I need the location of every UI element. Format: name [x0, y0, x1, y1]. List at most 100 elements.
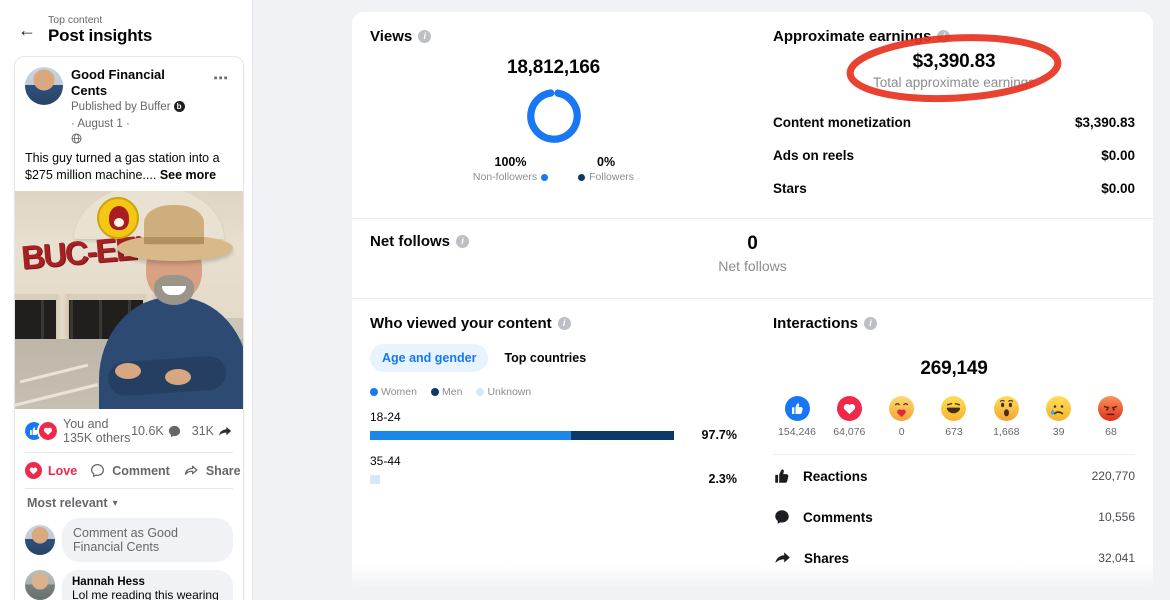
published-by-label: Published by Buffer	[71, 100, 171, 115]
love-reaction-icon	[837, 396, 862, 421]
sidebar-header: ← Top content Post insights	[0, 0, 252, 54]
share-count-value: 31K	[192, 424, 214, 438]
reaction-count: 0	[880, 426, 924, 438]
men-dot-icon	[431, 388, 439, 396]
comment-bubble-icon	[773, 508, 791, 526]
composer-avatar	[25, 525, 55, 555]
reaction-angry: 68	[1089, 396, 1133, 438]
love-button[interactable]: Love	[19, 458, 83, 483]
comment-input[interactable]: Comment as Good Financial Cents	[62, 518, 233, 562]
non-followers-label: Non-followers	[473, 171, 537, 183]
age-bar-35-44: 35-44 2.3%	[370, 454, 737, 486]
post-actions: Love Comment Share	[15, 453, 243, 488]
earnings-total: $3,390.83	[773, 51, 1135, 73]
bar-segment-unknown	[370, 475, 380, 484]
row-label: Content monetization	[773, 115, 911, 130]
back-arrow-icon[interactable]: ←	[18, 21, 36, 39]
followers-label: Followers	[589, 171, 634, 183]
bar-label: 18-24	[370, 410, 737, 424]
row-value: $0.00	[1101, 181, 1135, 196]
commenter-avatar[interactable]	[25, 570, 55, 600]
commenter-name[interactable]: Hannah Hess	[72, 576, 223, 588]
reaction-summary-row: You and 135K others 10.6K 31K	[15, 409, 243, 452]
tab-age-and-gender[interactable]: Age and gender	[370, 344, 488, 372]
comment-text-body: Lol me reading this wearing my buccees p…	[72, 588, 219, 600]
share-button[interactable]: Share	[176, 458, 244, 483]
comment-outline-icon	[89, 462, 106, 479]
share-arrow-icon	[773, 549, 792, 567]
thumbs-up-icon	[773, 467, 791, 485]
info-icon[interactable]: i	[864, 317, 877, 330]
row-label: Stars	[773, 181, 807, 196]
unknown-dot-icon	[476, 388, 484, 396]
post-insights-sidebar: ← Top content Post insights Good Financi…	[0, 0, 253, 600]
comment-bubble[interactable]: Hannah Hess Lol me reading this wearing …	[62, 570, 233, 600]
men-label: Men	[442, 386, 462, 398]
views-title: Views	[370, 28, 412, 45]
care-reaction-icon	[889, 396, 914, 421]
views-legend: 100% Non-followers 0% Followers	[370, 155, 737, 183]
privacy-row	[71, 133, 201, 144]
love-icon	[25, 462, 42, 479]
sad-reaction-icon	[1046, 396, 1071, 421]
reaction-sad: 39	[1037, 396, 1081, 438]
age-bar-18-24: 18-24 97.7%	[370, 410, 737, 442]
earnings-subtitle: Total approximate earnings	[773, 75, 1135, 90]
post-more-menu[interactable]: ⋯	[209, 67, 233, 89]
earnings-row-stars: Stars $0.00	[773, 172, 1135, 205]
post-body-text: This guy turned a gas station into a $27…	[15, 144, 243, 191]
bar-track	[370, 431, 681, 440]
comment-sort-dropdown[interactable]: Most relevant ▾	[15, 489, 243, 514]
love-label: Love	[48, 464, 77, 478]
page-title: Post insights	[48, 26, 152, 46]
beaver-mark	[109, 206, 129, 230]
interactions-total: 269,149	[773, 358, 1135, 380]
reaction-count: 154,246	[775, 426, 819, 438]
wow-reaction-icon	[994, 396, 1019, 421]
comment-composer: Comment as Good Financial Cents	[15, 514, 243, 568]
demographics-legend: Women Men Unknown	[370, 386, 737, 398]
earnings-row-ads-on-reels: Ads on reels $0.00	[773, 139, 1135, 172]
haha-reaction-icon	[941, 396, 966, 421]
reaction-haha: 673	[932, 396, 976, 438]
reaction-count: 673	[932, 426, 976, 438]
reaction-care: 0	[880, 396, 924, 438]
navy-dot-icon	[578, 174, 585, 181]
avatar[interactable]	[25, 67, 63, 105]
row-value: 10,556	[1098, 510, 1135, 524]
info-icon[interactable]: i	[418, 30, 431, 43]
comment-count[interactable]: 10.6K	[131, 424, 182, 439]
row-value: 220,770	[1092, 469, 1135, 483]
post-image[interactable]: BUC-EE'S	[15, 191, 243, 409]
like-reaction-icon	[785, 396, 810, 421]
see-more-link[interactable]: See more	[160, 168, 216, 182]
women-label: Women	[381, 386, 417, 398]
blue-dot-icon	[541, 174, 548, 181]
bar-percentage: 97.7%	[691, 428, 737, 442]
net-follows-label: Net follows	[352, 258, 1153, 274]
post-author[interactable]: Good Financial Cents	[71, 67, 201, 100]
post-meta: Published by Buffer b · August 1 ·	[71, 100, 201, 133]
net-follows-value: 0	[352, 233, 1153, 255]
legend-followers: 0% Followers	[578, 155, 634, 183]
comment-bubble-icon	[167, 424, 182, 439]
unknown-label: Unknown	[487, 386, 531, 398]
info-icon[interactable]: i	[937, 30, 950, 43]
reaction-icons[interactable]	[25, 422, 57, 440]
bar-percentage: 2.3%	[691, 472, 737, 486]
row-label: Shares	[804, 551, 849, 566]
interactions-row-reactions: Reactions 220,770	[773, 455, 1135, 496]
comment-button[interactable]: Comment	[83, 458, 176, 483]
bar-segment-women	[370, 431, 571, 440]
sort-label: Most relevant	[27, 496, 108, 510]
reaction-summary-text[interactable]: You and 135K others	[63, 417, 131, 445]
reaction-count: 39	[1037, 426, 1081, 438]
share-count[interactable]: 31K	[192, 424, 233, 439]
reaction-love: 64,076	[827, 396, 871, 438]
tab-top-countries[interactable]: Top countries	[504, 351, 586, 365]
interactions-row-shares: Shares 32,041	[773, 537, 1135, 578]
earnings-row-content-monetization: Content monetization $3,390.83	[773, 106, 1135, 139]
insights-panel: Views i 18,812,166 100% Non-followers	[352, 12, 1153, 590]
reactions-breakdown: 154,246 64,076 0 673 1,668	[773, 396, 1135, 438]
info-icon[interactable]: i	[558, 317, 571, 330]
